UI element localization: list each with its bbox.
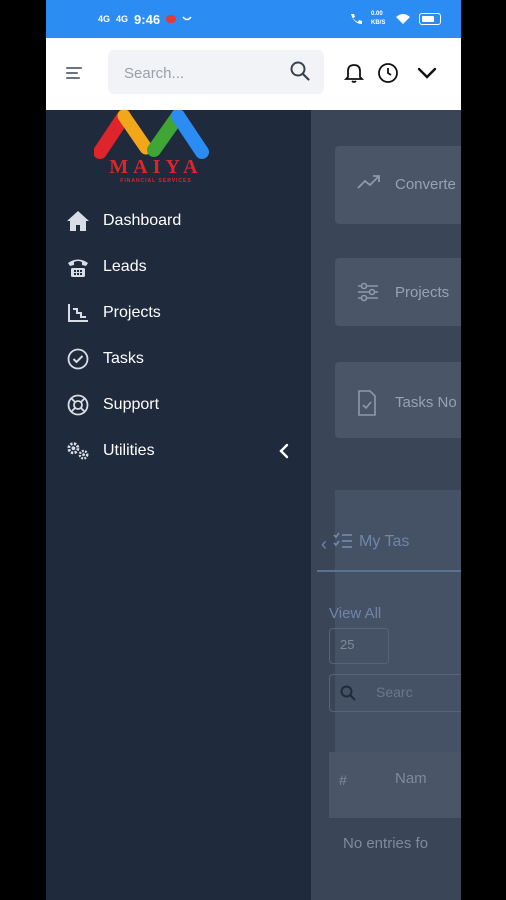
net-speed: 0.00 KB/S (371, 11, 386, 26)
search-icon (340, 685, 356, 701)
signal-1: 4G (98, 13, 111, 24)
sidebar-item-support[interactable]: Support (46, 382, 311, 428)
check-circle-icon (66, 347, 90, 371)
clock: 9:46 (134, 11, 161, 27)
signal-2: 4G (116, 13, 129, 24)
home-icon (66, 209, 90, 233)
sidebar-item-label: Projects (103, 304, 161, 321)
top-bar (46, 38, 461, 111)
list-check-icon (333, 532, 352, 548)
col-hash: # (339, 772, 347, 788)
tasks-panel: ‹ My Tas View All 25 Searc # Nam No entr… (317, 490, 461, 852)
clock-icon[interactable] (377, 62, 399, 84)
cogs-icon (66, 439, 90, 463)
empty-message: No entries fo (343, 835, 429, 852)
chart-icon (66, 301, 90, 325)
tab-my-tasks[interactable]: My Tas (359, 533, 409, 551)
menu-toggle-icon[interactable] (66, 67, 82, 82)
search-input[interactable] (122, 60, 276, 86)
table-search-placeholder: Searc (376, 684, 413, 700)
search-box (108, 50, 324, 94)
card-label: Tasks No (395, 394, 457, 411)
card-label: Converte (395, 176, 456, 193)
sliders-icon (358, 282, 378, 302)
card-label: Projects (395, 284, 450, 301)
table-search[interactable]: Searc (329, 674, 461, 712)
brand-tagline: FINANCIAL SERVICES (120, 178, 192, 184)
view-all-link[interactable]: View All (329, 605, 381, 622)
page-size-value: 25 (340, 637, 355, 652)
battery-icon (419, 13, 441, 25)
sidebar-item-label: Leads (103, 258, 147, 275)
sidebar-item-label: Dashboard (103, 212, 182, 229)
phone-icon (66, 255, 90, 279)
page-size-select[interactable]: 25 (329, 628, 389, 664)
sidebar-item-dashboard[interactable]: Dashboard (46, 198, 311, 244)
sidebar: MAIYA FINANCIAL SERVICES Dashboard Leads… (46, 110, 311, 900)
main-content-overlay[interactable]: Converte Projects Tasks No ‹ My Tas View… (311, 110, 461, 900)
tab-underline (317, 570, 461, 572)
chevron-left-icon[interactable] (279, 443, 289, 459)
smile-icon (182, 16, 192, 21)
col-name: Nam (395, 770, 427, 787)
sidebar-item-leads[interactable]: Leads (46, 244, 311, 290)
bell-icon[interactable] (344, 62, 364, 84)
lifebuoy-icon (66, 393, 90, 417)
table-header: # Nam (329, 752, 461, 818)
sidebar-item-tasks[interactable]: Tasks (46, 336, 311, 382)
chevron-left-icon[interactable]: ‹ (321, 534, 327, 555)
sidebar-item-label: Utilities (103, 442, 155, 459)
trend-icon (357, 175, 380, 189)
call-icon (351, 14, 362, 24)
notification-icon (166, 15, 177, 23)
file-check-icon (358, 390, 376, 416)
chevron-down-icon[interactable] (417, 66, 437, 80)
sidebar-item-projects[interactable]: Projects (46, 290, 311, 336)
stat-card-tasks: Tasks No (335, 362, 461, 438)
wifi-icon (396, 14, 410, 24)
stat-card-converted: Converte (335, 146, 461, 224)
search-icon[interactable] (290, 61, 310, 81)
sidebar-item-label: Support (103, 396, 160, 413)
phone-screen: 4G 4G 9:46 0.00 KB/S Converte (46, 0, 461, 900)
sidebar-nav: Dashboard Leads Projects Tasks Support U… (46, 198, 311, 474)
status-bar: 4G 4G 9:46 0.00 KB/S (46, 0, 461, 38)
brand-name: MAIYA (109, 156, 203, 178)
sidebar-item-utilities[interactable]: Utilities (46, 428, 311, 474)
sidebar-item-label: Tasks (103, 350, 144, 367)
stat-card-projects: Projects (335, 258, 461, 326)
